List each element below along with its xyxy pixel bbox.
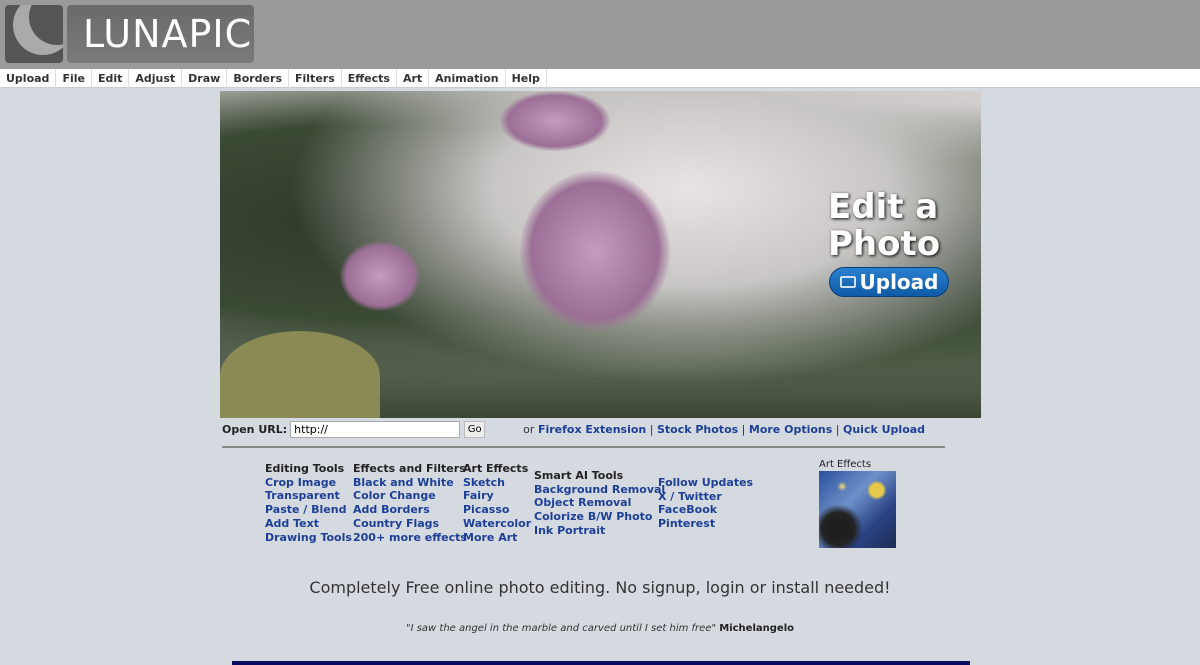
quote-author: Michelangelo (719, 623, 794, 634)
link-drawing-tools[interactable]: Drawing Tools (265, 531, 352, 545)
link-crop-image[interactable]: Crop Image (265, 476, 352, 490)
link-fairy[interactable]: Fairy (463, 489, 531, 503)
hero-image: Edit a Photo Upload (220, 91, 981, 418)
quick-upload-link[interactable]: Quick Upload (843, 423, 925, 436)
link-country-flags[interactable]: Country Flags (353, 517, 467, 531)
art-effects-column: Art Effects Sketch Fairy Picasso Waterco… (463, 462, 531, 544)
menu-upload[interactable]: Upload (0, 69, 57, 88)
link-color-change[interactable]: Color Change (353, 489, 467, 503)
link-more-art[interactable]: More Art (463, 531, 531, 545)
link-twitter[interactable]: X / Twitter (658, 490, 753, 504)
or-text: or (523, 423, 535, 436)
moss-decoration (220, 331, 380, 418)
blossom-decoration (520, 171, 670, 331)
column-heading: Smart AI Tools (534, 469, 624, 482)
link-pinterest[interactable]: Pinterest (658, 517, 753, 531)
quote-text: "I saw the angel in the marble and carve… (405, 623, 717, 634)
menu-animation[interactable]: Animation (429, 69, 506, 88)
link-picasso[interactable]: Picasso (463, 503, 531, 517)
editing-tools-column: Editing Tools Crop Image Transparent Pas… (265, 462, 352, 544)
link-follow-updates[interactable]: Follow Updates (658, 476, 753, 490)
link-add-text[interactable]: Add Text (265, 517, 352, 531)
hero-title-line: Edit a (828, 187, 939, 227)
hero-title-line: Photo (828, 224, 941, 264)
link-colorize[interactable]: Colorize B/W Photo (534, 510, 665, 524)
menu-edit[interactable]: Edit (92, 69, 130, 88)
bottom-banner (232, 661, 970, 665)
header-bar: LUNAPIC (0, 0, 1200, 69)
url-input[interactable] (290, 421, 461, 438)
extra-links: or Firefox Extension | Stock Photos | Mo… (523, 423, 926, 436)
menu-effects[interactable]: Effects (342, 69, 397, 88)
upload-button[interactable]: Upload (829, 267, 949, 297)
menu-borders[interactable]: Borders (227, 69, 289, 88)
link-paste-blend[interactable]: Paste / Blend (265, 503, 352, 517)
link-ink-portrait[interactable]: Ink Portrait (534, 524, 665, 538)
menu-art[interactable]: Art (397, 69, 430, 88)
link-facebook[interactable]: FaceBook (658, 503, 753, 517)
menu-adjust[interactable]: Adjust (129, 69, 183, 88)
moon-icon (5, 5, 63, 63)
go-button[interactable]: Go (464, 421, 486, 438)
open-url-label: Open URL: (222, 423, 288, 436)
link-object-removal[interactable]: Object Removal (534, 496, 665, 510)
link-sketch[interactable]: Sketch (463, 476, 531, 490)
divider (222, 446, 945, 448)
blossom-decoration (340, 241, 420, 311)
blossom-decoration (500, 91, 610, 151)
menu-help[interactable]: Help (506, 69, 547, 88)
upload-label: Upload (859, 270, 939, 294)
more-options-link[interactable]: More Options (749, 423, 832, 436)
link-add-borders[interactable]: Add Borders (353, 503, 467, 517)
menu-bar: Upload File Edit Adjust Draw Borders Fil… (0, 69, 1200, 88)
open-url-row: Open URL: Go or Firefox Extension | Stoc… (222, 421, 925, 438)
tagline: Completely Free online photo editing. No… (309, 578, 891, 597)
quote: "I saw the angel in the marble and carve… (0, 623, 1200, 634)
stock-photos-link[interactable]: Stock Photos (657, 423, 738, 436)
menu-file[interactable]: File (56, 69, 92, 88)
link-more-effects[interactable]: 200+ more effects (353, 531, 467, 545)
folder-icon (839, 276, 856, 288)
smart-ai-column: Smart AI Tools Background Removal Object… (534, 469, 665, 538)
logo-text: LUNAPIC (67, 5, 254, 63)
lunapic-logo[interactable]: LUNAPIC (5, 5, 254, 63)
art-effects-label: Art Effects (819, 459, 872, 470)
effects-filters-column: Effects and Filters Black and White Colo… (353, 462, 467, 544)
link-transparent[interactable]: Transparent (265, 489, 352, 503)
link-black-white[interactable]: Black and White (353, 476, 467, 490)
firefox-extension-link[interactable]: Firefox Extension (538, 423, 646, 436)
column-heading: Art Effects (463, 462, 529, 475)
link-background-removal[interactable]: Background Removal (534, 483, 665, 497)
menu-filters[interactable]: Filters (289, 69, 342, 88)
column-heading: Editing Tools (265, 462, 345, 475)
art-effects-thumbnail[interactable] (819, 471, 896, 548)
social-column: Follow Updates X / Twitter FaceBook Pint… (658, 476, 753, 531)
menu-draw[interactable]: Draw (182, 69, 228, 88)
link-watercolor[interactable]: Watercolor (463, 517, 531, 531)
hero-title: Edit a Photo (828, 189, 940, 263)
column-heading: Effects and Filters (353, 462, 466, 475)
